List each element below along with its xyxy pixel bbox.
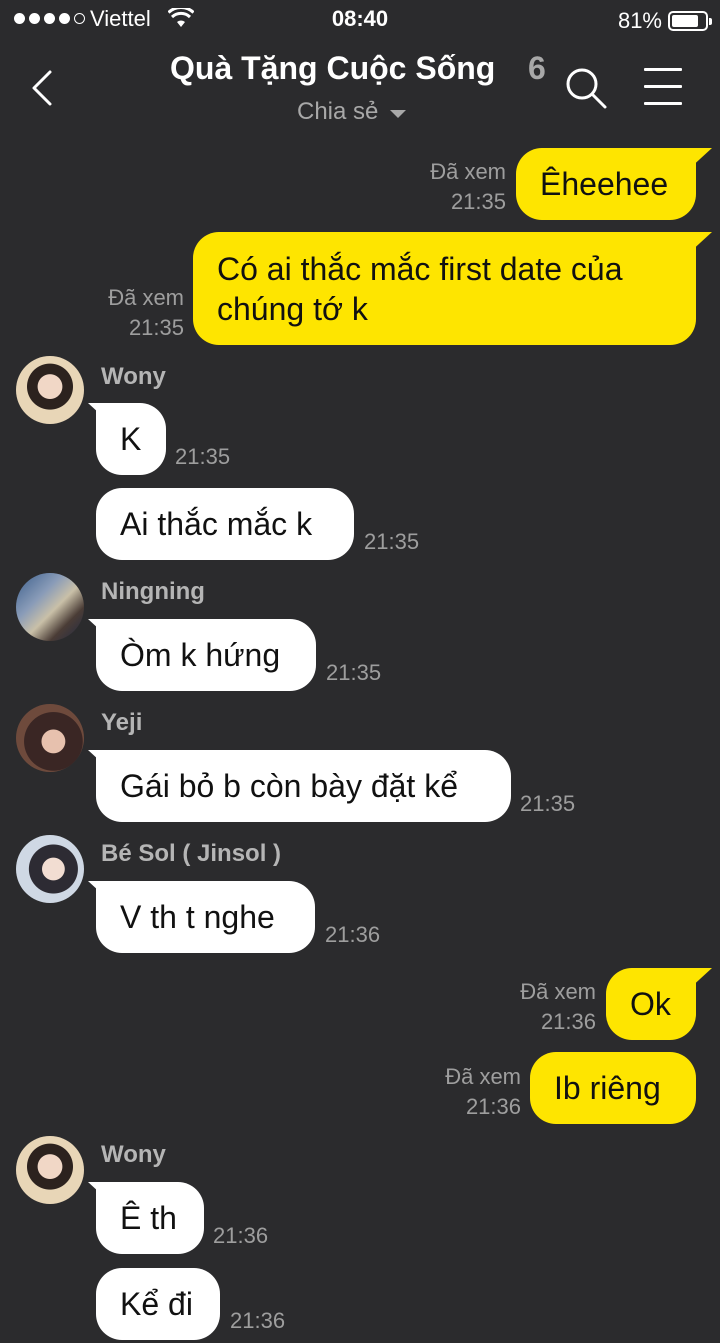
battery-percent: 81% <box>617 8 662 33</box>
read-receipt: Đã xem <box>108 285 184 310</box>
read-receipt: Đã xem <box>445 1064 521 1089</box>
avatar-be-sol[interactable] <box>16 835 84 903</box>
sender-name: Yeji <box>101 709 143 736</box>
message-time: 21:35 <box>128 315 184 340</box>
sender-name: Ningning <box>101 578 205 605</box>
chat-title[interactable]: Quà Tặng Cuộc Sống <box>170 50 495 87</box>
sender-name: Wony <box>101 1141 166 1168</box>
message-time: 21:36 <box>230 1308 286 1333</box>
outgoing-message[interactable]: Có ai thắc mắc first date của chúng tớ k <box>193 232 696 345</box>
avatar-wony[interactable] <box>16 356 84 424</box>
sender-name: Wony <box>101 363 166 390</box>
incoming-message[interactable]: Gái bỏ b còn bày đặt kể <box>96 750 511 822</box>
read-receipt: Đã xem <box>430 159 506 184</box>
status-time: 08:40 <box>331 6 389 31</box>
incoming-message[interactable]: Òm k hứng <box>96 619 316 691</box>
message-time: 21:36 <box>465 1094 521 1119</box>
avatar-yeji[interactable] <box>16 704 84 772</box>
outgoing-message[interactable]: Êheehee <box>516 148 696 220</box>
outgoing-message[interactable]: Ib riêng <box>530 1052 696 1124</box>
chat-subtitle-dropdown[interactable]: Chia sẻ <box>297 98 407 126</box>
message-meta: Đã xem 21:35 <box>430 157 506 217</box>
chevron-down-icon <box>390 109 407 118</box>
incoming-message[interactable]: Kể đi <box>96 1268 220 1340</box>
message-time: 21:36 <box>325 922 381 947</box>
menu-icon[interactable] <box>644 68 682 119</box>
message-time: 21:35 <box>364 529 420 554</box>
message-time: 21:35 <box>450 189 506 214</box>
back-arrow-icon[interactable] <box>28 68 58 108</box>
message-time: 21:35 <box>326 660 382 685</box>
message-meta: Đã xem 21:35 <box>108 283 184 343</box>
battery-icon <box>668 11 712 31</box>
status-bar: Viettel 08:40 81% <box>0 0 720 42</box>
message-time: 21:36 <box>213 1223 269 1248</box>
search-icon[interactable] <box>564 66 608 110</box>
message-time: 21:36 <box>540 1009 596 1034</box>
incoming-message[interactable]: V th t nghe <box>96 881 315 953</box>
message-time: 21:35 <box>175 444 231 469</box>
subtitle-label: Chia sẻ <box>297 98 379 125</box>
member-count: 6 <box>528 50 546 86</box>
read-receipt: Đã xem <box>520 979 596 1004</box>
message-meta: Đã xem 21:36 <box>445 1062 521 1122</box>
sender-name: Bé Sol ( Jinsol ) <box>101 840 282 867</box>
message-meta: Đã xem 21:36 <box>520 977 596 1037</box>
incoming-message[interactable]: Ai thắc mắc k <box>96 488 354 560</box>
message-time: 21:35 <box>520 791 576 816</box>
outgoing-message[interactable]: Ok <box>606 968 696 1040</box>
avatar-ningning[interactable] <box>16 573 84 641</box>
avatar-wony[interactable] <box>16 1136 84 1204</box>
